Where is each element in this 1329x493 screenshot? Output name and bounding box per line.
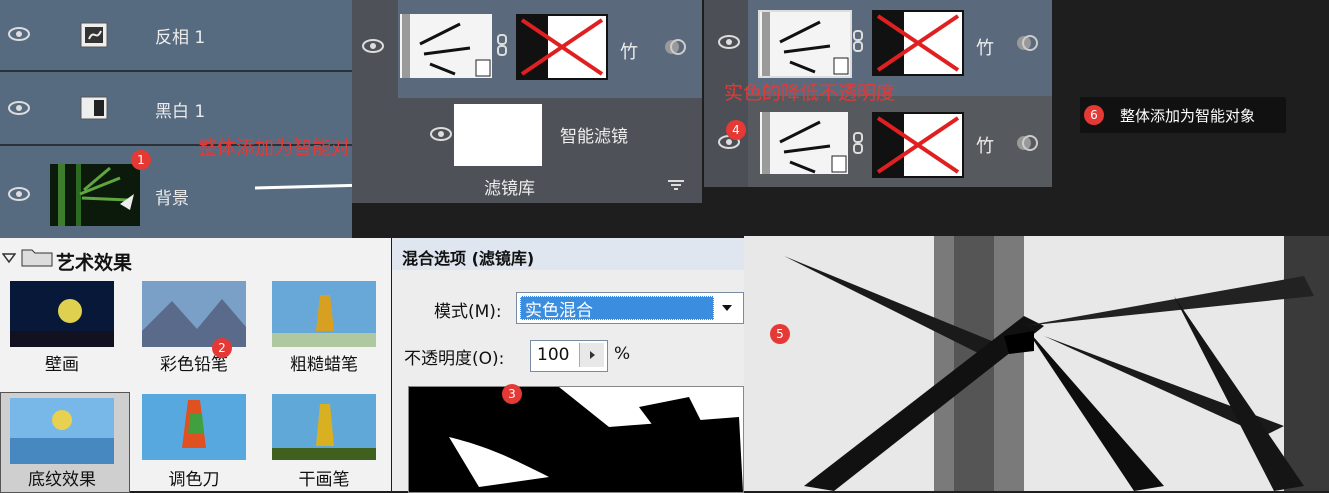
layer-label: 黑白 1 [155,102,206,122]
eye-icon[interactable] [6,184,32,204]
link-icon[interactable] [496,34,508,56]
filter-label: 底纹效果 [28,470,96,490]
percent-label: % [614,344,631,364]
layer-name: 竹 [620,42,638,63]
result-image: 5 [744,236,1329,491]
step-badge: 3 [502,384,522,404]
opacity-input[interactable]: 100 [530,340,608,372]
dialog-title: 混合选项 (滤镜库) [402,249,535,268]
filter-label: 彩色铅笔 [160,355,228,375]
eye-icon[interactable] [716,32,742,52]
filter-label: 调色刀 [168,470,220,490]
step-badge: 4 [726,120,746,140]
link-icon[interactable] [852,132,864,154]
opacity-value: 100 [537,345,570,365]
bamboo-thumbnail [50,164,140,226]
filter-options-icon[interactable] [666,178,686,192]
mode-select[interactable]: 实色混合 [516,292,744,324]
layer-name: 竹 [976,38,994,59]
layer-mask-thumbnail [872,10,964,76]
folder-icon [21,249,53,267]
preview-image [408,386,744,493]
filter-gallery-label[interactable]: 滤镜库 [484,174,535,199]
mode-label: 模式(M): [434,302,502,322]
smart-object-badge-icon [665,39,686,55]
step-badge: 6 [1084,105,1104,125]
eye-icon[interactable] [360,36,386,56]
layers-panel: 反相 1 黑白 1 背景 [0,0,352,245]
eye-icon[interactable] [6,24,32,44]
layer-label: 背景 [155,189,189,209]
eye-icon[interactable] [428,124,454,144]
filter-thumb-palette-knife[interactable] [142,394,246,460]
filter-thumb-rough-pastels[interactable] [272,281,376,347]
filter-label: 粗糙蜡笔 [290,355,358,375]
filter-thumb-colored-pencil[interactable] [142,281,246,347]
mode-value: 实色混合 [525,301,593,321]
opacity-label: 不透明度(O): [404,349,505,369]
annotation-opacity: 实色的降低不透明度 [724,82,896,104]
tooltip-text: 整体添加为智能对象 [1120,107,1256,125]
layer-label: 反相 1 [155,28,206,48]
filter-label: 干画笔 [298,470,350,490]
smart-object-thumbnail [400,14,492,78]
step-badge: 5 [770,324,790,344]
filter-thumb-underpainting[interactable] [10,398,114,464]
filter-label: 壁画 [45,355,79,375]
chevron-right-icon [590,351,595,359]
layer-name: 竹 [976,136,994,157]
smart-object-thumbnail [758,10,852,78]
annotation-smart-object: 整体添加为智能对象 [198,137,370,159]
triangle-down-icon[interactable] [2,252,16,264]
layer-mask-thumbnail [872,112,964,178]
art-effects-panel: 艺术效果 壁画 彩色铅笔 粗糙蜡笔 底纹效果 调色刀 干画笔 2 [0,238,391,493]
smart-object-thumbnail [760,112,848,174]
blend-options-dialog: 混合选项 (滤镜库) 模式(M): 实色混合 不透明度(O): 100 % 3 [392,238,744,493]
step-badge: 1 [131,150,151,170]
category-header: 艺术效果 [56,252,133,274]
smart-object-badge-icon [1017,35,1038,51]
smart-filter-mask-thumbnail [454,104,542,166]
step-badge: 2 [212,338,232,358]
layer-mask-thumbnail [516,14,608,80]
black-white-adjustment-icon [80,96,108,120]
opacity-stepper[interactable] [579,343,604,367]
filter-thumb-dry-brush[interactable] [272,394,376,460]
smart-object-badge-icon [1017,135,1038,151]
invert-adjustment-icon [80,22,108,48]
chevron-down-icon [722,305,732,311]
eye-icon[interactable] [6,98,32,118]
link-icon[interactable] [852,30,864,52]
filter-thumb-fresco[interactable] [10,281,114,347]
smart-filter-label: 智能滤镜 [560,127,628,147]
smart-filter-panel: 竹 智能滤镜 滤镜库 [352,0,702,203]
layer-row-invert[interactable]: 反相 1 [0,0,352,70]
tooltip: 6 整体添加为智能对象 [1080,97,1286,133]
